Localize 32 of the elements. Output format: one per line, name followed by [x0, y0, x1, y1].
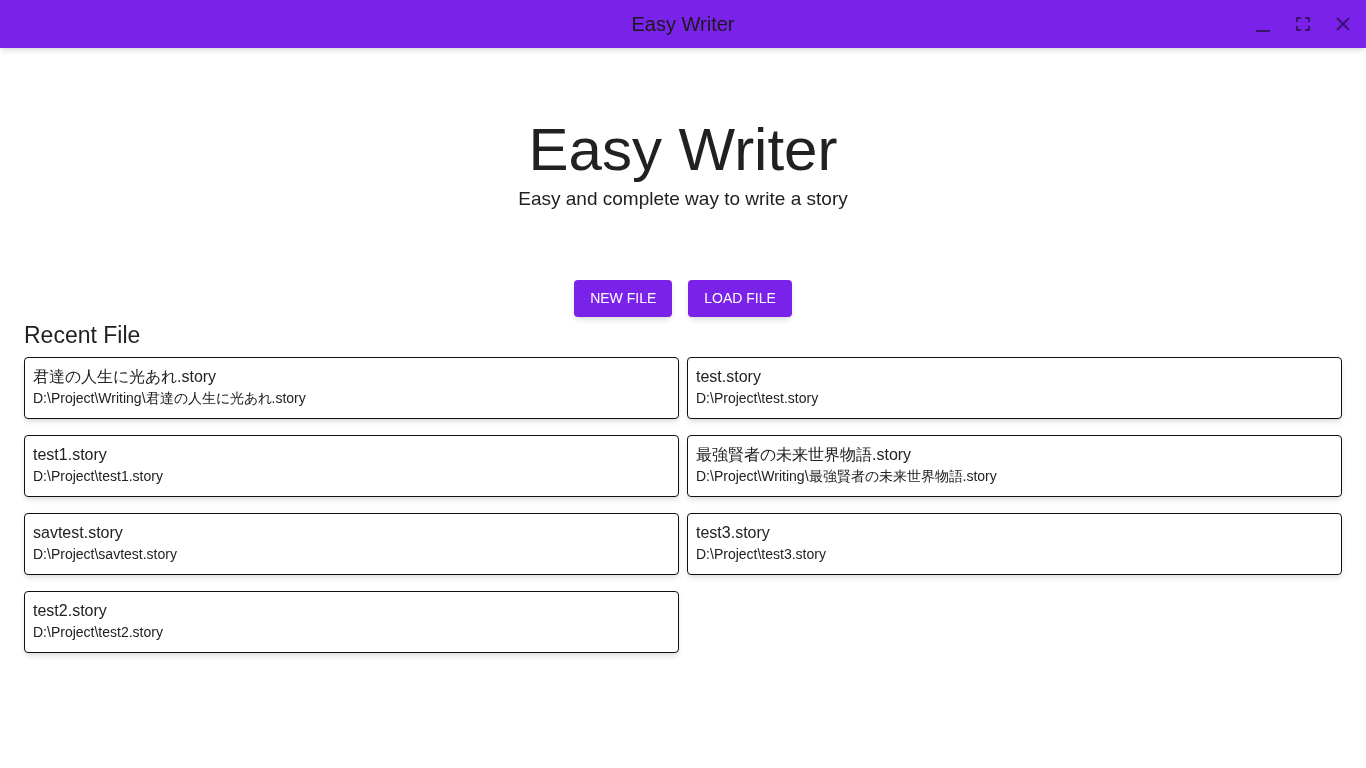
file-action-button[interactable]: NEW FILE	[574, 280, 673, 317]
file-path: D:\Project\test3.story	[696, 545, 826, 564]
close-icon	[1336, 17, 1350, 31]
file-path: D:\Project\savtest.story	[33, 545, 177, 564]
file-path: D:\Project\Writing\君達の人生に光あれ.story	[33, 389, 306, 408]
section-heading: Recent File	[24, 321, 142, 350]
maximize-button[interactable]	[1294, 15, 1312, 33]
recent-file-card[interactable]: test2.story D:\Project\test2.story	[24, 591, 679, 653]
file-path: D:\Project\test.story	[696, 389, 819, 408]
file-name: test2.story	[33, 601, 107, 621]
app-subtitle: Easy and complete way to write a story	[518, 187, 848, 211]
file-name: test.story	[696, 367, 761, 387]
file-name: savtest.story	[33, 523, 123, 543]
recent-file-card[interactable]: test3.story D:\Project\test3.story	[687, 513, 1342, 575]
file-action-button[interactable]: LOAD FILE	[688, 280, 792, 317]
recent-file-card[interactable]: 最強賢者の未来世界物語.story D:\Project\Writing\最強賢者の未来世界物語.story	[687, 435, 1342, 497]
close-button[interactable]	[1334, 15, 1352, 33]
recent-file-card[interactable]: 君達の人生に光あれ.story D:\Project\Writing\君達の人生に光あれ.story	[24, 357, 679, 419]
recent-file-card[interactable]: test1.story D:\Project\test1.story	[24, 435, 679, 497]
file-name: 君達の人生に光あれ.story	[33, 367, 217, 387]
file-name: 最強賢者の未来世界物語.story	[696, 445, 912, 465]
file-name: test3.story	[696, 523, 770, 543]
window-title: Easy Writer	[631, 12, 735, 37]
file-path: D:\Project\test2.story	[33, 623, 163, 642]
file-name: test1.story	[33, 445, 107, 465]
app-title: Easy Writer	[528, 115, 838, 185]
minimize-icon	[1256, 30, 1270, 33]
recent-file-card[interactable]: test.story D:\Project\test.story	[687, 357, 1342, 419]
file-path: D:\Project\Writing\最強賢者の未来世界物語.story	[696, 467, 997, 486]
maximize-icon	[1296, 17, 1310, 31]
file-path: D:\Project\test1.story	[33, 467, 163, 486]
recent-file-card[interactable]: savtest.story D:\Project\savtest.story	[24, 513, 679, 575]
